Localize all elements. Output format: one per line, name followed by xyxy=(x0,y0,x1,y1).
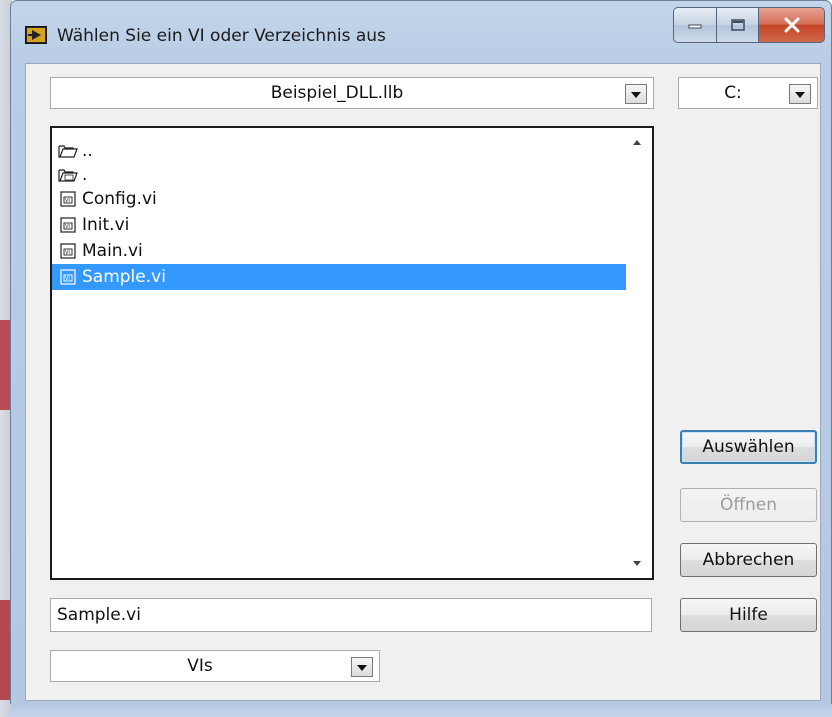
chevron-down-icon xyxy=(795,92,805,98)
title-bar[interactable]: Wählen Sie ein VI oder Verzeichnis aus xyxy=(11,1,831,61)
help-button[interactable]: Hilfe xyxy=(680,598,817,632)
svg-text:VI: VI xyxy=(65,224,70,230)
file-name: Config.vi xyxy=(82,189,157,209)
filter-dropdown-button[interactable] xyxy=(351,657,373,677)
file-name: . xyxy=(82,165,88,185)
list-item-selected[interactable]: VI Sample.vi xyxy=(52,264,626,290)
maximize-button[interactable] xyxy=(716,7,759,43)
folder-open-icon xyxy=(58,142,78,160)
file-list-items: .. . VI Config.vi VI Init.vi VI Main.vi … xyxy=(52,128,626,578)
open-button[interactable]: Öffnen xyxy=(680,488,817,522)
scroll-down-arrow-icon[interactable] xyxy=(633,561,641,566)
library-dropdown-button[interactable] xyxy=(625,84,647,104)
file-list[interactable]: .. . VI Config.vi VI Init.vi VI Main.vi … xyxy=(50,126,654,580)
svg-text:VI: VI xyxy=(65,276,70,282)
list-item[interactable]: . xyxy=(52,162,626,188)
vertical-scrollbar[interactable] xyxy=(628,128,650,578)
window-bottom-frame xyxy=(10,704,832,717)
vi-file-icon: VI xyxy=(58,216,78,234)
file-type-filter-value: VIs xyxy=(187,656,213,676)
scroll-up-arrow-icon[interactable] xyxy=(633,140,641,145)
file-name: Init.vi xyxy=(82,215,130,235)
labview-app-icon xyxy=(25,26,47,44)
list-item[interactable]: VI Init.vi xyxy=(52,212,626,238)
minimize-icon xyxy=(688,24,702,29)
select-button[interactable]: Auswählen xyxy=(680,430,817,464)
window-title: Wählen Sie ein VI oder Verzeichnis aus xyxy=(57,26,386,46)
file-name: .. xyxy=(82,141,93,161)
drive-selector[interactable]: C: xyxy=(678,77,818,109)
svg-text:VI: VI xyxy=(65,250,70,256)
dialog-body: Beispiel_DLL.llb C: .. . VI Config.vi VI… xyxy=(25,63,821,701)
file-dialog-window: Wählen Sie ein VI oder Verzeichnis aus B… xyxy=(10,0,832,714)
close-button[interactable] xyxy=(759,7,825,43)
chevron-down-icon xyxy=(631,92,641,98)
svg-text:VI: VI xyxy=(65,198,70,204)
list-item[interactable]: .. xyxy=(52,138,626,164)
list-item[interactable]: VI Config.vi xyxy=(52,186,626,212)
drive-dropdown-button[interactable] xyxy=(789,84,811,104)
folder-vi-icon xyxy=(58,166,78,184)
minimize-button[interactable] xyxy=(673,7,716,43)
window-controls xyxy=(673,7,825,43)
selected-path-input[interactable] xyxy=(50,598,652,632)
vi-file-icon: VI xyxy=(58,268,78,286)
maximize-icon xyxy=(730,19,745,31)
cancel-button[interactable]: Abbrechen xyxy=(680,543,817,577)
library-selector-value: Beispiel_DLL.llb xyxy=(270,83,404,103)
file-name: Main.vi xyxy=(82,241,143,261)
list-item[interactable]: VI Main.vi xyxy=(52,238,626,264)
library-selector[interactable]: Beispiel_DLL.llb xyxy=(50,77,654,109)
close-icon xyxy=(784,17,799,33)
file-name: Sample.vi xyxy=(82,267,166,287)
vi-file-icon: VI xyxy=(58,190,78,208)
file-type-filter[interactable]: VIs xyxy=(50,650,380,682)
vi-file-icon: VI xyxy=(58,242,78,260)
chevron-down-icon xyxy=(357,665,367,671)
